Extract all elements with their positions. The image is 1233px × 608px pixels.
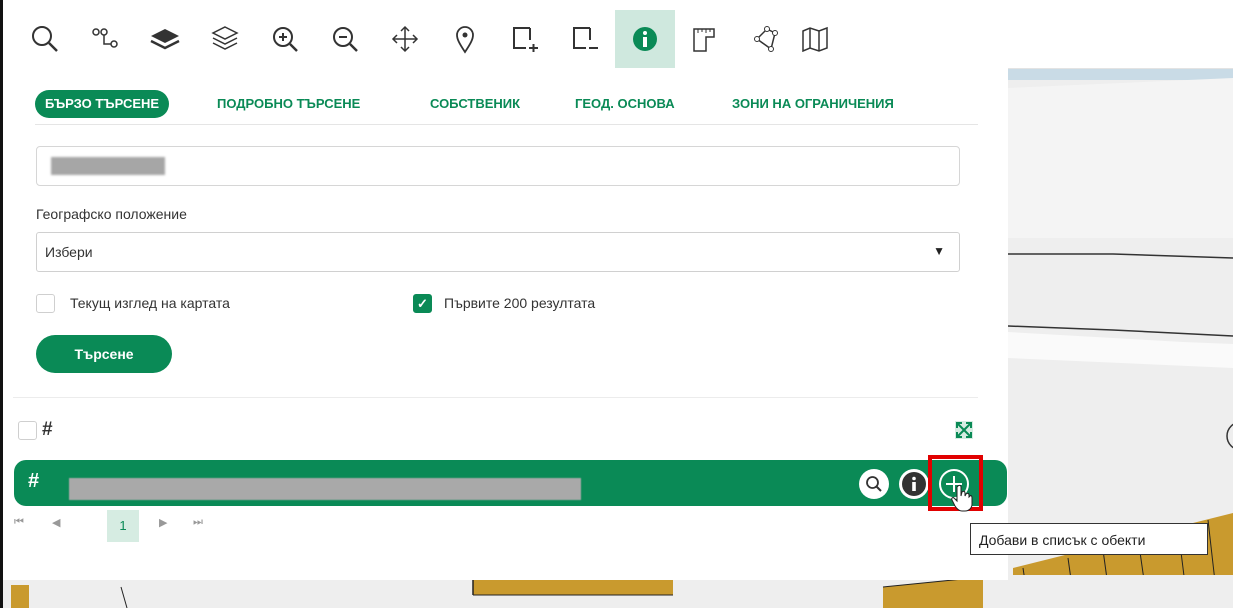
search-tabs: БЪРЗО ТЪРСЕНЕ ПОДРОБНО ТЪРСЕНЕ СОБСТВЕНИ…	[35, 90, 978, 125]
select-all-checkbox[interactable]	[18, 421, 37, 440]
search-input[interactable]	[36, 146, 960, 186]
search-panel: БЪРЗО ТЪРСЕНЕ ПОДРОБНО ТЪРСЕНЕ СОБСТВЕНИ…	[3, 68, 1008, 580]
current-view-checkbox[interactable]	[36, 294, 55, 313]
polygon-icon[interactable]	[735, 10, 795, 68]
tab-detailed-search[interactable]: ПОДРОБНО ТЪРСЕНЕ	[217, 90, 360, 118]
geo-location-value: Избери	[45, 244, 93, 260]
current-view-label: Текущ изглед на картата	[70, 295, 230, 311]
location-pin-icon[interactable]	[435, 10, 495, 68]
search-button[interactable]: Търсене	[36, 335, 172, 373]
last-page-icon[interactable]: ⏭	[193, 516, 203, 529]
pagination: ⏮ ◀ 1 ▶ ⏭	[14, 508, 314, 544]
redacted-search-text	[51, 157, 165, 175]
measure-icon[interactable]	[675, 10, 735, 68]
next-page-icon[interactable]: ▶	[159, 516, 167, 529]
search-icon[interactable]	[15, 10, 75, 68]
zoom-in-icon[interactable]	[255, 10, 315, 68]
grid-icon: #	[42, 419, 53, 440]
tab-geodetic-base[interactable]: ГЕОД. ОСНОВА	[575, 90, 675, 118]
prev-page-icon[interactable]: ◀	[52, 516, 60, 529]
dropdown-arrow-icon: ▼	[933, 244, 945, 258]
info-icon[interactable]	[615, 10, 675, 68]
result-grid-icon: #	[28, 470, 40, 492]
tab-restriction-zones[interactable]: ЗОНИ НА ОГРАНИЧЕНИЯ	[732, 90, 894, 118]
geo-location-label: Географско положение	[36, 206, 187, 222]
zoom-out-icon[interactable]	[315, 10, 375, 68]
page-number[interactable]: 1	[107, 510, 139, 542]
route-icon[interactable]	[75, 10, 135, 68]
map-toolbar	[3, 10, 1233, 69]
zoom-to-result-icon[interactable]	[859, 469, 889, 499]
tab-owner[interactable]: СОБСТВЕНИК	[430, 90, 520, 118]
divider	[13, 397, 978, 398]
remove-rectangle-icon[interactable]	[555, 10, 615, 68]
pan-icon[interactable]	[375, 10, 435, 68]
map-icon[interactable]	[795, 10, 835, 68]
add-rectangle-icon[interactable]	[495, 10, 555, 68]
geo-location-select[interactable]: Избери ▼	[36, 232, 960, 272]
tooltip-add-to-list: Добави в списък с обекти	[970, 523, 1208, 555]
result-row[interactable]: #	[14, 460, 1007, 506]
first-200-checkbox[interactable]: ✓	[413, 294, 432, 313]
first-page-icon[interactable]: ⏮	[14, 516, 24, 529]
first-200-label: Първите 200 резултата	[444, 295, 596, 311]
tab-quick-search[interactable]: БЪРЗО ТЪРСЕНЕ	[35, 90, 170, 118]
layers-filled-icon[interactable]	[135, 10, 195, 68]
expand-icon[interactable]	[954, 420, 974, 440]
result-info-icon[interactable]	[899, 469, 929, 499]
layers-outline-icon[interactable]	[195, 10, 255, 68]
redacted-result-text	[69, 478, 581, 500]
hand-cursor-icon	[951, 484, 973, 517]
